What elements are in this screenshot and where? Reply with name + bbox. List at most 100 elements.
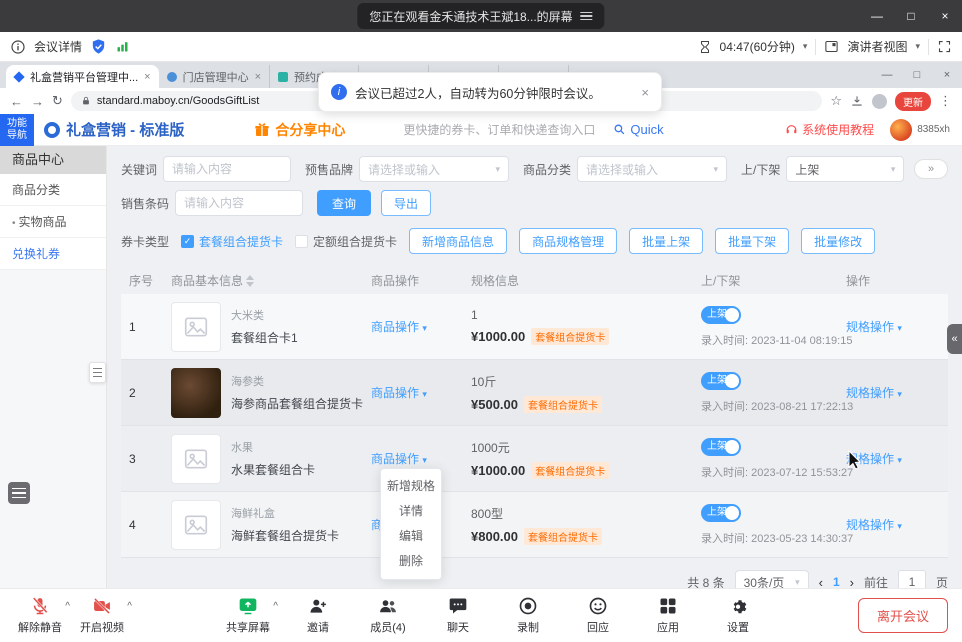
collapse-filters-button[interactable]: » <box>914 159 948 179</box>
page-number-active[interactable]: 1 <box>833 575 840 589</box>
keyword-input[interactable] <box>163 156 291 182</box>
reload-icon[interactable]: ↻ <box>52 93 63 109</box>
product-info-cell: 大米类套餐组合卡1 <box>171 302 371 352</box>
spec-op-dropdown[interactable]: 规格操作 ▾ <box>846 320 902 334</box>
apps-button[interactable]: 应用 <box>642 596 694 635</box>
sidebar-item-gift-vouchers[interactable]: 兑换礼券 <box>0 238 106 270</box>
search-button[interactable]: 查询 <box>317 190 371 216</box>
shelf-toggle[interactable]: 上架 <box>701 438 741 456</box>
shelf-toggle[interactable]: 上架 <box>701 372 741 390</box>
product-op-dropdown-open[interactable]: 商品操作 ▾ <box>371 452 427 466</box>
meeting-controls-bar: 解除静音 ^ 开启视频 ^ 共享屏幕 ^ 邀请 成员(4) <box>0 588 962 642</box>
reactions-button[interactable]: 回应 <box>572 596 624 635</box>
shelf-toggle[interactable]: 上架 <box>701 306 741 324</box>
fullscreen-icon[interactable] <box>937 39 952 54</box>
settings-button[interactable]: 设置 <box>712 596 764 635</box>
browser-tab[interactable]: 门店管理中心 × <box>159 65 270 88</box>
browser-close-button[interactable]: × <box>932 69 962 81</box>
share-screen-button[interactable]: 共享屏幕 ^ <box>222 596 274 635</box>
spec-name: 800型 <box>471 505 701 522</box>
chevron-down-icon: ▾ <box>496 164 501 175</box>
browser-tab-active[interactable]: 礼盒营销平台管理中... × <box>6 65 159 88</box>
tab-favicon <box>278 72 288 82</box>
product-op-dropdown[interactable]: 商品操作 ▾ <box>371 320 427 334</box>
add-product-button[interactable]: 新增商品信息 <box>409 228 507 254</box>
price: ¥800.00 <box>471 529 518 544</box>
share-options-caret-icon[interactable]: ^ <box>273 601 278 612</box>
sidebar-item-physical-goods[interactable]: •实物商品 <box>0 206 106 238</box>
bookmark-star-icon[interactable]: ☆ <box>830 93 842 109</box>
menu-item-edit[interactable]: 编辑 <box>381 524 441 549</box>
members-button[interactable]: 成员(4) <box>362 596 414 635</box>
invite-button[interactable]: 邀请 <box>292 596 344 635</box>
back-icon[interactable]: ← <box>10 94 23 109</box>
unmute-button[interactable]: 解除静音 ^ <box>14 596 66 635</box>
sidebar-item-categories[interactable]: 商品分类 <box>0 174 106 206</box>
video-options-caret-icon[interactable]: ^ <box>127 601 132 612</box>
screen-watching-pill[interactable]: 您正在观看金禾通技术王斌18...的屏幕 <box>357 3 604 29</box>
record-button[interactable]: 录制 <box>502 596 554 635</box>
spec-manage-button[interactable]: 商品规格管理 <box>519 228 617 254</box>
start-video-button[interactable]: 开启视频 ^ <box>76 596 128 635</box>
spec-op-dropdown[interactable]: 规格操作 ▾ <box>846 386 902 400</box>
checkbox-fixed-card[interactable]: 定额组合提货卡 <box>295 233 397 250</box>
view-dropdown-caret-icon[interactable]: ▾ <box>915 41 920 52</box>
shelf-select[interactable]: 上架▾ <box>786 156 904 182</box>
browser-menu-kebab-icon[interactable]: ⋮ <box>939 93 952 109</box>
browser-minimize-button[interactable]: — <box>872 69 902 81</box>
menu-item-add-spec[interactable]: 新增规格 <box>381 474 441 499</box>
brand-select[interactable]: 请选择或输入▾ <box>359 156 509 182</box>
side-panel-collapse-tab[interactable]: « <box>947 324 962 354</box>
batch-edit-button[interactable]: 批量修改 <box>801 228 875 254</box>
maximize-button[interactable]: □ <box>894 0 928 32</box>
meeting-timer[interactable]: 04:47(60分钟) <box>720 38 795 55</box>
function-nav-button[interactable]: 功能 导航 <box>0 114 34 146</box>
spec-op-dropdown[interactable]: 规格操作 ▾ <box>846 518 902 532</box>
hamburger-icon[interactable] <box>581 10 593 23</box>
barcode-input[interactable] <box>175 190 303 216</box>
browser-profile-avatar[interactable] <box>872 94 887 109</box>
network-signal-icon[interactable] <box>115 39 130 54</box>
shelf-toggle[interactable]: 上架 <box>701 504 741 522</box>
sidebar-drag-handle[interactable] <box>89 362 106 383</box>
batch-offshelf-button[interactable]: 批量下架 <box>715 228 789 254</box>
meeting-task-panel-toggle[interactable] <box>8 482 30 504</box>
spec-op-dropdown[interactable]: 规格操作 ▾ <box>846 452 902 466</box>
checkbox-combo-card[interactable]: ✓套餐组合提货卡 <box>181 233 283 250</box>
product-op-dropdown[interactable]: 商品操作 ▾ <box>371 386 427 400</box>
leave-meeting-button[interactable]: 离开会议 <box>858 598 948 633</box>
table-row[interactable]: 4 海鲜礼盒海鲜套餐组合提货卡 商品操作 ▾ 800型¥800.00套餐组合提货… <box>121 492 948 558</box>
col-info[interactable]: 商品基本信息 <box>171 272 371 289</box>
tab-close-icon[interactable]: × <box>255 71 261 83</box>
mic-options-caret-icon[interactable]: ^ <box>65 601 70 612</box>
table-row[interactable]: 3 水果水果套餐组合卡 商品操作 ▾ 1000元¥1000.00套餐组合提货卡 … <box>121 426 948 492</box>
gift-icon <box>254 122 270 138</box>
col-op: 商品操作 <box>371 272 471 289</box>
table-row[interactable]: 1 大米类套餐组合卡1 商品操作 ▾ 1¥1000.00套餐组合提货卡 上架录入… <box>121 294 948 360</box>
browser-update-button[interactable]: 更新 <box>895 92 931 111</box>
chat-button[interactable]: 聊天 <box>432 596 484 635</box>
minimize-button[interactable]: — <box>860 0 894 32</box>
tab-close-icon[interactable]: × <box>144 71 150 83</box>
meeting-details-link[interactable]: 会议详情 <box>34 38 82 55</box>
sort-icon[interactable] <box>246 275 254 287</box>
share-center-link[interactable]: 合分享中心 <box>254 120 345 140</box>
product-image-placeholder <box>171 500 221 550</box>
timer-dropdown-caret-icon[interactable]: ▾ <box>803 41 808 52</box>
security-shield-icon[interactable] <box>90 38 107 55</box>
user-account[interactable]: 8385xh <box>890 119 950 141</box>
menu-item-delete[interactable]: 删除 <box>381 549 441 574</box>
close-button[interactable]: × <box>928 0 962 32</box>
browser-maximize-button[interactable]: □ <box>902 69 932 81</box>
batch-onshelf-button[interactable]: 批量上架 <box>629 228 703 254</box>
notification-close-icon[interactable]: × <box>641 85 649 100</box>
export-button[interactable]: 导出 <box>381 190 431 216</box>
forward-icon[interactable]: → <box>31 94 44 109</box>
category-select[interactable]: 请选择或输入▾ <box>577 156 727 182</box>
quick-search-link[interactable]: Quick <box>613 122 663 137</box>
table-row[interactable]: 2 海参类海参商品套餐组合提货卡 商品操作 ▾ 10斤¥500.00套餐组合提货… <box>121 360 948 426</box>
view-mode-selector[interactable]: 演讲者视图 <box>847 38 907 55</box>
download-icon[interactable] <box>850 94 864 108</box>
tutorial-link[interactable]: 系统使用教程 <box>785 121 874 138</box>
menu-item-details[interactable]: 详情 <box>381 499 441 524</box>
